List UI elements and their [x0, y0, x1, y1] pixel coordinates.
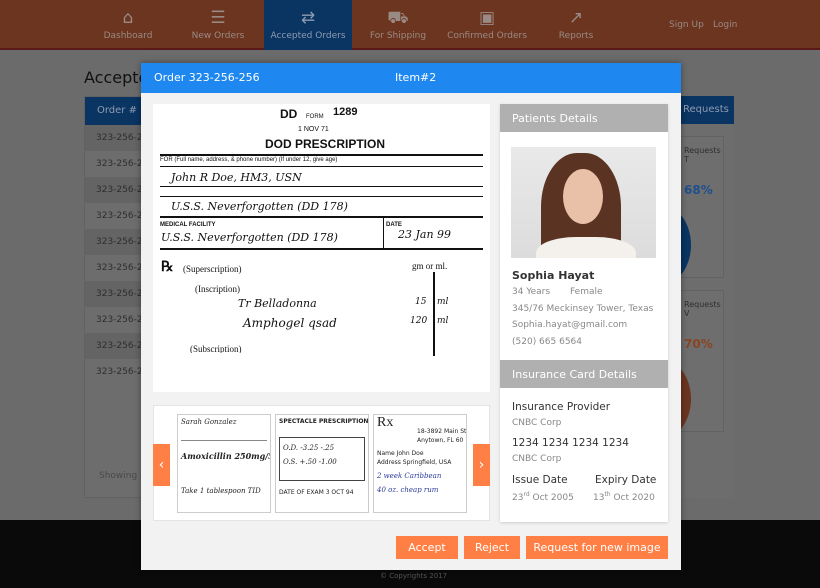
thumb-text: Take 1 tablespoon TID [181, 487, 261, 495]
patient-name-hw: John R Doe, HM3, USN [171, 171, 302, 184]
issue-date-label: Issue Date [512, 474, 568, 486]
details-panel: Patients Details Sophia Hayat 34 Years F… [500, 104, 668, 522]
modal-item-number: Item#2 [395, 71, 437, 84]
form-number: 1289 [333, 106, 358, 118]
form-label: FORM [306, 114, 324, 120]
thumb-text: 2 week Caribbean [377, 472, 442, 480]
unit-1: ml [437, 297, 449, 307]
patient-gender: Female [570, 287, 603, 297]
modal-header: Order 323-256-256 Item#2 [141, 63, 681, 93]
list-icon: ☰ [210, 8, 226, 28]
facility-label: MEDICAL FACILITY [160, 222, 216, 228]
form-date-code: 1 NOV 71 [298, 126, 329, 133]
truck-icon: ⛟ [387, 8, 409, 28]
thumb-text: Address Springfield, USA [377, 459, 452, 466]
patient-phone: (520) 665 6564 [512, 337, 583, 347]
thumb-text: DATE OF EXAM 3 OCT 94 [279, 489, 354, 496]
patient-photo [511, 147, 656, 258]
stat-sub: T [684, 155, 689, 164]
patient-email: Sophia.hayat@gmail.com [512, 320, 628, 330]
reject-button[interactable]: Reject [464, 536, 520, 559]
for-label: FOR (Full name, address, & phone number)… [160, 157, 338, 163]
chevron-right-icon: › [478, 457, 485, 473]
patient-name: Sophia Hayat [512, 269, 595, 282]
modal-order-number: Order 323-256-256 [154, 71, 260, 84]
thumbnail-3[interactable]: Rx 18-3892 Main St Anytown, FL 60 Name J… [373, 414, 467, 513]
card-number: 1234 1234 1234 1234 [512, 437, 629, 449]
sign-up-link[interactable]: Sign Up [669, 20, 704, 30]
chart-icon: ↗ [568, 8, 584, 28]
stat-percent: 68% [684, 183, 713, 197]
thumb-text: Anytown, FL 60 [417, 437, 464, 444]
facility-hw: U.S.S. Neverforgotten (DD 178) [161, 231, 338, 244]
calendar-check-icon: ▣ [478, 8, 496, 28]
order-modal: Order 323-256-256 Item#2 DD FORM 1289 1 … [141, 63, 681, 570]
insurance-header: Insurance Card Details [500, 360, 668, 388]
date-hw: 23 Jan 99 [398, 228, 452, 241]
prescription-image: DD FORM 1289 1 NOV 71 DOD PRESCRIPTION F… [153, 104, 490, 392]
issue-date: 23rd Oct 2005 [512, 491, 574, 503]
expiry-date-label: Expiry Date [595, 474, 657, 486]
thumb-text: Name John Doe [377, 450, 424, 457]
stat-label: Requests [684, 300, 721, 309]
thumb-text: Sarah Gonzalez [181, 418, 237, 426]
thumbnail-2[interactable]: SPECTACLE PRESCRIPTION O.D. -3.25 -.25 O… [275, 414, 369, 513]
request-new-image-button[interactable]: Request for new image [526, 536, 668, 559]
rx-symbol: ℞ [161, 260, 174, 275]
thumb-text: 18-3892 Main St [417, 428, 467, 435]
expiry-date: 13th Oct 2020 [593, 491, 655, 503]
form-title: DOD PRESCRIPTION [265, 137, 386, 151]
thumbnail-1[interactable]: Sarah Gonzalez Amoxicillin 250mg/5ml Tak… [177, 414, 271, 513]
stat-label: Requests [684, 146, 721, 155]
subscription: (Subscription) [190, 344, 242, 353]
stat-sub: V [684, 309, 690, 318]
insurance-provider-label: Insurance Provider [512, 401, 611, 413]
accept-button[interactable]: Accept [396, 536, 458, 559]
home-icon: ⌂ [122, 8, 134, 28]
drug-2: Amphogel qsad [243, 316, 337, 330]
carousel-next-button[interactable]: › [473, 444, 490, 486]
card-company: CNBC Corp [512, 454, 562, 464]
nav-reports[interactable]: ↗ Reports [532, 0, 620, 50]
patient-age: 34 Years [512, 287, 551, 297]
unit-2: ml [437, 316, 449, 326]
patient-address: 345/76 Meckinsey Tower, Texas [512, 304, 654, 314]
nav-confirmed-orders[interactable]: ▣ Confirmed Orders [443, 0, 531, 50]
nav-for-shipping[interactable]: ⛟ For Shipping [354, 0, 442, 50]
superscription: (Superscription) [183, 264, 242, 274]
thumb-text: Rx [377, 415, 394, 430]
showing-text: Showing 6 [99, 471, 146, 481]
qty-2: 120 [410, 316, 428, 326]
patient-address-hw: U.S.S. Neverforgotten (DD 178) [171, 200, 348, 213]
login-link[interactable]: Login [713, 20, 737, 30]
thumb-text: SPECTACLE PRESCRIPTION [279, 418, 369, 425]
unit-label: gm or ml. [412, 261, 448, 271]
inscription: (Inscription) [195, 284, 240, 294]
top-nav: ⌂ Dashboard ☰ New Orders ⇄ Accepted Orders … [0, 0, 820, 50]
thumb-text: Amoxicillin 250mg/5ml [181, 451, 270, 461]
insurance-provider: CNBC Corp [512, 418, 562, 428]
exchange-icon: ⇄ [300, 8, 316, 28]
form-dd: DD [280, 107, 298, 121]
qty-1: 15 [415, 297, 427, 307]
nav-accepted-orders[interactable]: ⇄ Accepted Orders [264, 0, 352, 50]
copyright: © Copyrights 2017 [380, 572, 448, 580]
stat-percent: 70% [684, 337, 713, 351]
thumb-text: O.S. +.50 -1.00 [283, 458, 337, 466]
thumb-text: O.D. -3.25 -.25 [283, 444, 335, 452]
thumbnail-carousel: ‹ Sarah Gonzalez Amoxicillin 250mg/5ml T… [153, 405, 490, 521]
chevron-left-icon: ‹ [158, 457, 165, 473]
nav-new-orders[interactable]: ☰ New Orders [174, 0, 262, 50]
thumb-text: 40 oz. cheap rum [377, 486, 439, 494]
patients-details-header: Patients Details [500, 104, 668, 132]
carousel-prev-button[interactable]: ‹ [153, 444, 170, 486]
nav-dashboard[interactable]: ⌂ Dashboard [84, 0, 172, 50]
drug-1: Tr Belladonna [238, 297, 317, 310]
